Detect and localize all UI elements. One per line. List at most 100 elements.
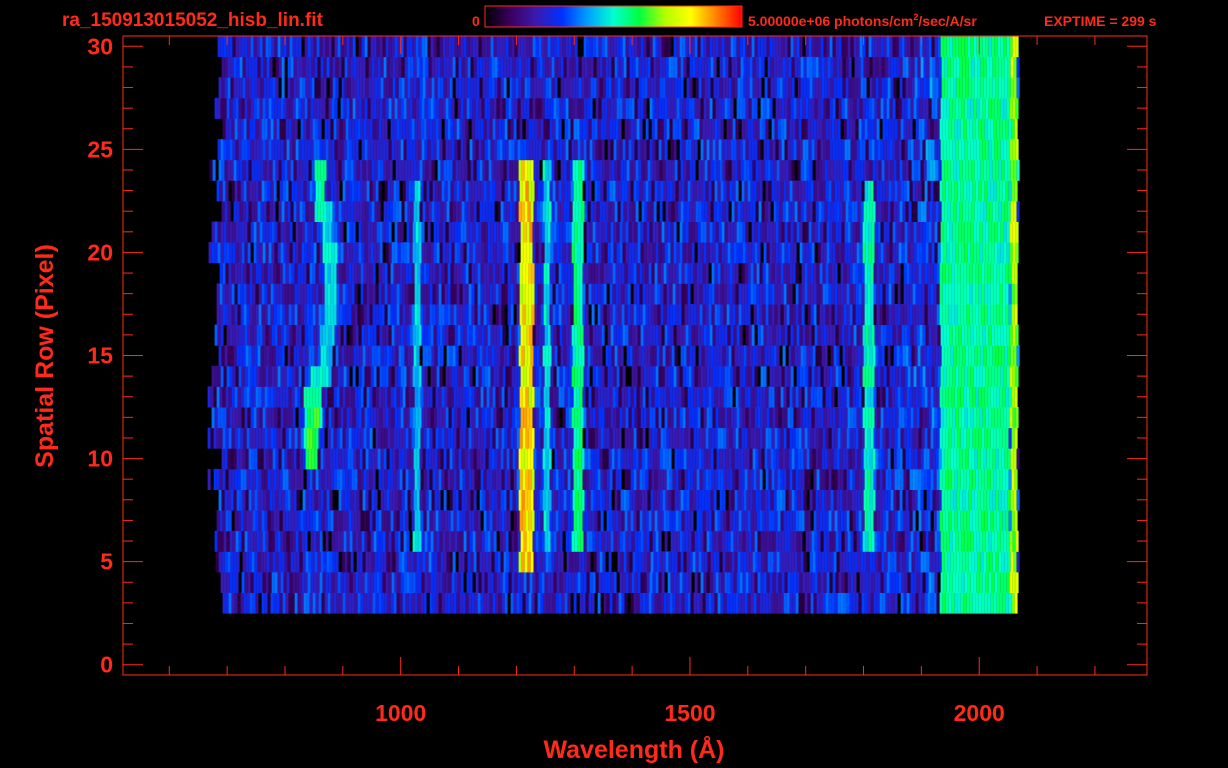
heatmap-cell	[282, 510, 286, 532]
heatmap-cell	[925, 242, 929, 264]
heatmap-cell	[507, 283, 511, 305]
heatmap-cell	[585, 304, 589, 326]
heatmap-cell	[625, 221, 629, 243]
heatmap-cell	[265, 221, 269, 243]
heatmap-cell	[940, 242, 944, 264]
heatmap-cell	[570, 427, 574, 449]
heatmap-cell	[922, 407, 926, 429]
heatmap-cell	[331, 571, 335, 593]
heatmap-cell	[543, 592, 547, 614]
heatmap-cell	[265, 571, 269, 593]
heatmap-cell	[763, 365, 767, 387]
heatmap-cell	[1005, 262, 1009, 284]
heatmap-cell	[842, 448, 846, 470]
heatmap-cell	[475, 365, 479, 387]
heatmap-cell	[658, 407, 662, 429]
heatmap-cell	[276, 262, 280, 284]
heatmap-cell	[381, 283, 385, 305]
heatmap-cell	[451, 324, 455, 346]
heatmap-cell	[548, 448, 552, 470]
heatmap-cell	[942, 262, 946, 284]
heatmap-cell	[754, 221, 758, 243]
heatmap-cell	[325, 407, 329, 429]
heatmap-cell	[658, 242, 662, 264]
heatmap-cell	[216, 283, 220, 305]
heatmap-cell	[309, 427, 313, 449]
heatmap-cell	[306, 468, 310, 490]
heatmap-cell	[328, 571, 332, 593]
heatmap-cell	[931, 407, 935, 429]
heatmap-cell	[477, 283, 481, 305]
heatmap-cell	[741, 468, 745, 490]
heatmap-cell	[972, 468, 976, 490]
heatmap-cell	[382, 407, 386, 429]
heatmap-cell	[496, 324, 500, 346]
heatmap-cell	[851, 345, 855, 367]
heatmap-cell	[738, 386, 742, 408]
heatmap-cell	[240, 304, 244, 326]
heatmap-cell	[942, 427, 946, 449]
heatmap-cell	[652, 571, 656, 593]
heatmap-cell	[468, 592, 472, 614]
heatmap-cell	[843, 592, 847, 614]
heatmap-cell	[510, 468, 514, 490]
heatmap-cell	[280, 242, 284, 264]
heatmap-cell	[840, 468, 844, 490]
heatmap-cell	[405, 592, 409, 614]
heatmap-cell	[429, 304, 433, 326]
heatmap-cell	[589, 571, 593, 593]
heatmap-cell	[210, 427, 214, 449]
heatmap-cell	[325, 221, 329, 243]
heatmap-cell	[408, 386, 412, 408]
heatmap-cell	[358, 407, 362, 429]
heatmap-cell	[452, 448, 456, 470]
heatmap-cell	[224, 200, 228, 222]
heatmap-cell	[846, 386, 850, 408]
heatmap-cell	[395, 345, 399, 367]
heatmap-cell	[434, 551, 438, 573]
heatmap-cell	[756, 468, 760, 490]
heatmap-cell	[1003, 407, 1007, 429]
heatmap-cell	[379, 530, 383, 552]
heatmap-cell	[969, 304, 973, 326]
heatmap-cell	[454, 407, 458, 429]
heatmap-cell	[266, 345, 270, 367]
heatmap-cell	[532, 221, 536, 243]
heatmap-cell	[903, 386, 907, 408]
heatmap-cell	[487, 365, 491, 387]
heatmap-cell	[624, 386, 628, 408]
heatmap-cell	[622, 242, 626, 264]
heatmap-cell	[1005, 468, 1009, 490]
heatmap-cell	[456, 283, 460, 305]
heatmap-cell	[636, 304, 640, 326]
heatmap-cell	[711, 386, 715, 408]
heatmap-cell	[637, 324, 641, 346]
heatmap-cell	[483, 262, 487, 284]
heatmap-cell	[831, 386, 835, 408]
heatmap-cell	[277, 324, 281, 346]
heatmap-cell	[482, 345, 486, 367]
heatmap-cell	[505, 530, 509, 552]
heatmap-cell	[1014, 283, 1018, 305]
heatmap-cell	[368, 489, 372, 511]
heatmap-cell	[235, 242, 239, 264]
heatmap-cell	[825, 386, 829, 408]
heatmap-cell	[423, 510, 427, 532]
heatmap-cell	[736, 407, 740, 429]
heatmap-cell	[702, 510, 706, 532]
heatmap-cell	[339, 592, 343, 614]
heatmap-cell	[915, 468, 919, 490]
heatmap-cell	[491, 448, 495, 470]
heatmap-cell	[514, 365, 518, 387]
heatmap-cell	[803, 551, 807, 573]
heatmap-cell	[355, 242, 359, 264]
heatmap-cell	[853, 571, 857, 593]
heatmap-cell	[299, 345, 303, 367]
heatmap-cell	[615, 427, 619, 449]
heatmap-cell	[880, 365, 884, 387]
heatmap-cell	[617, 345, 621, 367]
heatmap-cell	[259, 365, 263, 387]
heatmap-cell	[505, 407, 509, 429]
heatmap-cell	[886, 221, 890, 243]
heatmap-cell	[569, 489, 573, 511]
